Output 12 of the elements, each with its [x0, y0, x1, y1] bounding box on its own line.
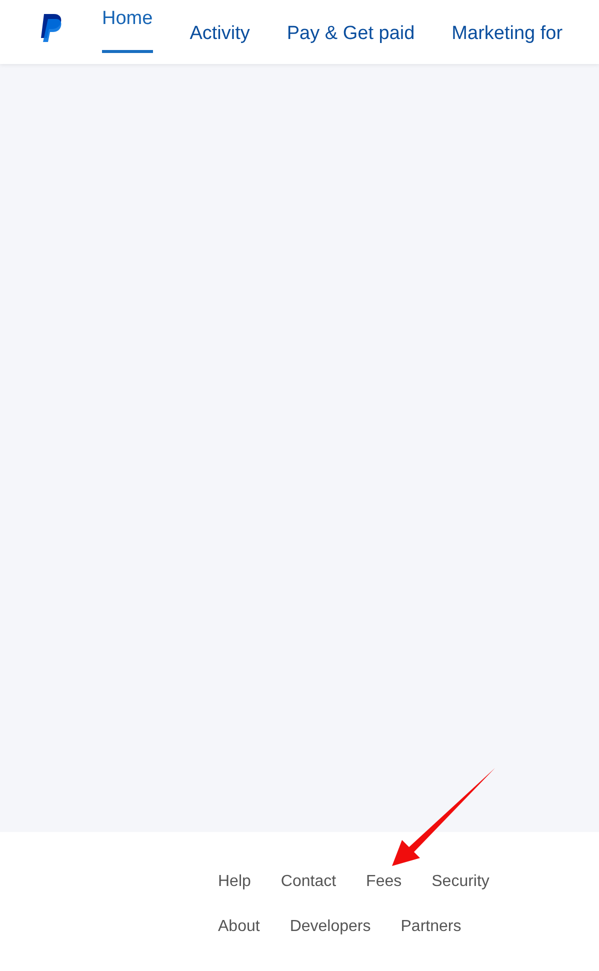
- footer-link[interactable]: Partners: [400, 917, 462, 937]
- footer-link[interactable]: About: [218, 917, 260, 937]
- footer-link[interactable]: Security: [432, 872, 490, 892]
- footer-link[interactable]: Developers: [290, 917, 371, 937]
- nav-tab[interactable]: Pay & Get paid: [286, 0, 415, 64]
- nav-tab[interactable]: Home: [102, 0, 153, 53]
- nav-tab[interactable]: Activity: [190, 0, 250, 64]
- footer-link[interactable]: Contact: [280, 872, 336, 892]
- footer-link[interactable]: Fees: [366, 872, 402, 892]
- nav-tab[interactable]: Marketing for: [452, 0, 563, 64]
- footer-link[interactable]: Help: [218, 872, 251, 892]
- logo-icon[interactable]: [40, 14, 64, 42]
